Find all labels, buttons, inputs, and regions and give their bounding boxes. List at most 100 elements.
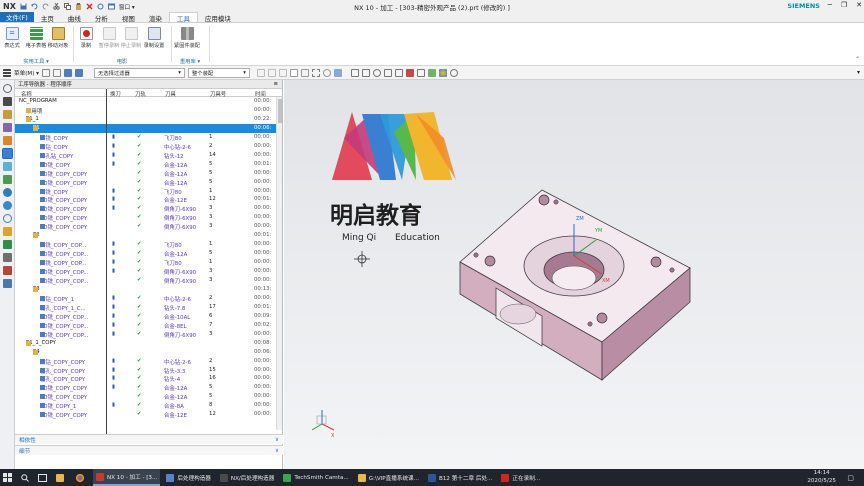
system-clock[interactable]: 14:14 2020/5/25: [807, 470, 836, 485]
taskbar-item-word[interactable]: B12 第十二章 后处...: [425, 469, 495, 486]
settings-icon[interactable]: [2, 84, 12, 93]
view-triad-icon[interactable]: X: [311, 410, 335, 439]
taskbar-item-camtasia[interactable]: TechSmith Camta...: [280, 469, 351, 486]
operation-row[interactable]: ✔2D铣_COPY_COPY ▮ ✔ 倒角刀-6X90 3 00:00:: [15, 204, 277, 213]
file-explorer-icon[interactable]: [53, 469, 70, 486]
dependencies-panel[interactable]: 相依性 ∨: [15, 434, 283, 444]
copy-icon[interactable]: [63, 2, 71, 10]
operation-row[interactable]: ✔2D铣_COPY_COPY ✔ 倒角刀-6X90 3 00:00:: [15, 222, 277, 231]
cut-icon[interactable]: [53, 2, 60, 10]
type-filter-select[interactable]: 无选择过滤器 ▾: [93, 67, 185, 78]
program-group-row[interactable]: −✔P1_1_COPY 00:08:: [15, 339, 277, 348]
window-icon[interactable]: [107, 3, 115, 10]
tab-home[interactable]: 主页: [34, 12, 61, 23]
zoom-icon[interactable]: [361, 68, 370, 77]
part-navigator-icon[interactable]: [2, 136, 12, 145]
operation-row[interactable]: ✔点钻_COPY ▮ ✔ 中心钻-2-6 2 00:00:: [15, 142, 277, 151]
move-object-button[interactable]: 移动对象: [43, 27, 73, 49]
operation-row[interactable]: ✔2D铣_COPY_COP... ✔ 倒角刀-6X90 3 00:00:: [15, 276, 277, 285]
roles-icon[interactable]: [2, 240, 12, 249]
assembly-filter-select[interactable]: 整个装配 ▾: [187, 67, 250, 78]
program-group-row[interactable]: −✔P4 00:06:: [15, 348, 277, 357]
program-group-row[interactable]: −✔P1_1 00:22:: [15, 115, 277, 124]
operation-row[interactable]: ✔2D铣_COPY_COPY ✔ 合金-12A 5 00:00:: [15, 392, 277, 401]
pointer-icon[interactable]: [300, 68, 309, 77]
operation-navigator-icon[interactable]: [1, 148, 13, 159]
program-group-row[interactable]: NC_PROGRAM 00:00:: [15, 97, 277, 106]
program-group-row[interactable]: −✔P1 00:06:: [15, 123, 277, 133]
snap-mid-icon[interactable]: [278, 68, 287, 77]
taskbar-item-nx[interactable]: NX 10 - 加工 - [3...: [93, 469, 161, 486]
operation-row[interactable]: ✔钻孔_COPY_COPY ▮ ✔ 钻头-3.3 15 00:00:: [15, 366, 277, 375]
operation-row[interactable]: ✔点钻_COPY_1 ▮ ✔ 中心钻-2-6 2 00:00:: [15, 294, 277, 303]
program-group-row[interactable]: −✔P3 00:13:: [15, 285, 277, 294]
fastener-assembly-button[interactable]: 紧固件装配: [172, 27, 202, 49]
minimize-button[interactable]: ─: [828, 1, 832, 9]
menu-button[interactable]: 菜单(M) ▾: [14, 69, 39, 77]
ribbon-group-label[interactable]: 实用工具 ▾: [0, 57, 72, 65]
pan-icon[interactable]: [383, 68, 392, 77]
color-icon[interactable]: [438, 68, 447, 77]
ribbon-group-label[interactable]: 重用库 ▾: [172, 57, 208, 65]
machine-navigator-icon[interactable]: [2, 162, 12, 171]
web-browser-icon[interactable]: [2, 201, 12, 210]
select-icon[interactable]: [52, 68, 61, 77]
operation-row[interactable]: ✔2D铣_COPY_COP... ▮ ✔ 倒角刀-6X90 3 00:00:: [15, 330, 277, 339]
operation-row[interactable]: ✔2D铣_COPY_COP... ▮ ✔ 合金-8EL 7 00:02:: [15, 321, 277, 330]
scroll-thumb[interactable]: [278, 99, 282, 123]
orient-view-icon[interactable]: [394, 68, 403, 77]
delete-icon[interactable]: [86, 3, 93, 10]
redo-icon[interactable]: [42, 3, 49, 10]
selection-mode-icon[interactable]: [289, 68, 298, 77]
operation-row[interactable]: ✔钻孔_COPY_COPY ▮ ✔ 钻头-4 16 00:00:: [15, 374, 277, 383]
fit-view-icon[interactable]: [350, 68, 359, 77]
tab-analysis[interactable]: 分析: [88, 12, 115, 23]
tab-render[interactable]: 渲染: [142, 12, 169, 23]
details-panel[interactable]: 细节 ∨: [15, 445, 283, 455]
snap-icon[interactable]: [41, 68, 50, 77]
palette-icon[interactable]: [2, 266, 12, 275]
tab-curve[interactable]: 曲线: [61, 12, 88, 23]
start-button[interactable]: [0, 469, 15, 486]
reuse-templates-icon[interactable]: [2, 279, 12, 288]
window-menu[interactable]: 窗口 ▾: [119, 3, 135, 11]
taskbar-item-folder[interactable]: G:\VIP直播系统课...: [355, 469, 422, 486]
tab-view[interactable]: 视图: [115, 12, 142, 23]
operation-row[interactable]: ✔钻孔_COPY_1_C... ▮ ✔ 钻头-7.8 17 00:01:: [15, 303, 277, 312]
notification-icon[interactable]: ▢: [847, 474, 854, 482]
column-divider[interactable]: [106, 89, 107, 434]
navigator-icon[interactable]: [2, 97, 12, 106]
operation-row[interactable]: ✔面铣_COPY_COP... ▮ ✔ 飞刀80 1 00:00:: [15, 258, 277, 267]
system-materials-icon[interactable]: [2, 253, 12, 262]
snap-end-icon[interactable]: [267, 68, 276, 77]
taskbar-item-recording[interactable]: 正在录制...: [498, 469, 543, 486]
tab-file[interactable]: 文件(F): [0, 12, 34, 22]
operation-row[interactable]: ✔2D铣_COPY_COP... ▮ ✔ 倒角刀-6X90 3 00:00:: [15, 267, 277, 276]
program-group-row[interactable]: −未用项 00:00:: [15, 106, 277, 115]
assembly-navigator-icon[interactable]: [2, 110, 12, 119]
reuse-library-icon[interactable]: [2, 175, 12, 184]
navigator-menu-icon[interactable]: ≡: [273, 81, 278, 87]
search-icon[interactable]: [18, 469, 32, 486]
operation-row[interactable]: ✔2D铣_COPY_COP... ▮ ✔ 合金-12A 5 00:00:: [15, 249, 277, 258]
operation-row[interactable]: ✔2D铣_COPY ▮ ✔ 合金-12A 5 00:01:: [15, 160, 277, 169]
undo-icon[interactable]: [30, 3, 38, 10]
box-select-icon[interactable]: [311, 68, 320, 77]
operation-row[interactable]: ✔2D铣_COPY_COPY ✔ 合金-12A 5 00:00:: [15, 178, 277, 187]
tab-applications[interactable]: 应用模块: [198, 12, 238, 23]
chrome-icon[interactable]: [73, 469, 90, 486]
operation-row[interactable]: ✔2D铣_COPY_COPY ✔ 合金-12E 12 00:00:: [15, 410, 277, 419]
paste-icon[interactable]: [75, 2, 82, 10]
taskbar-item-nx-postbuilder[interactable]: NX/后处理构造器: [217, 469, 277, 486]
operation-row[interactable]: ✔面铣_COPY_COP... ▮ ✔ 飞刀80 1 00:00:: [15, 240, 277, 249]
operation-row[interactable]: ✔点钻_COPY_COPY ▮ ✔ 中心钻-2-6 2 00:00:: [15, 357, 277, 366]
tab-tools[interactable]: 工具: [168, 12, 198, 23]
restore-button[interactable]: ❐: [841, 1, 847, 9]
graphics-window[interactable]: 明启教育 Ming Qi Education ZM YM XM X: [284, 80, 864, 469]
save-icon[interactable]: [20, 3, 27, 10]
operation-row[interactable]: ✔2D铣_COPY_COPY ▮ ✔ 合金-12A 5 00:00:: [15, 383, 277, 392]
task-view-icon[interactable]: [35, 469, 50, 486]
constraint-navigator-icon[interactable]: [2, 123, 12, 132]
operation-row[interactable]: ✔面铣_COPY ▮ ✔ 飞刀80 1 00:00:: [15, 187, 277, 196]
program-group-row[interactable]: −✔P2 00:01:: [15, 231, 277, 240]
